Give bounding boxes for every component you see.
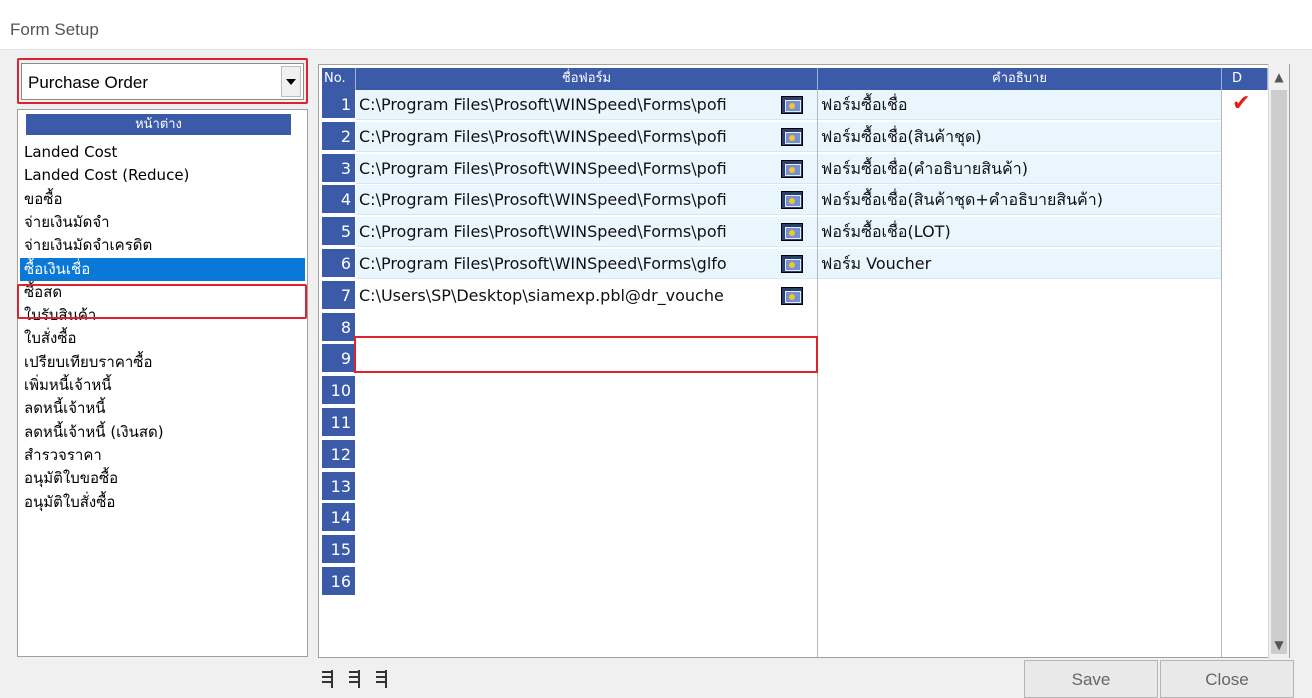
delete-row-icon[interactable]: [372, 664, 398, 692]
window-list-item[interactable]: เพิ่มหนี้เจ้าหนี้: [20, 374, 305, 397]
window-list[interactable]: หน้าต่าง Landed Cost Landed Cost (Reduce)…: [17, 109, 308, 657]
description-cell[interactable]: ฟอร์มซื้อเชื่อ: [818, 90, 1221, 120]
description-cell[interactable]: ฟอร์มซื้อเชื่อ(สินค้าชุด): [818, 121, 1221, 152]
row-number[interactable]: 7: [322, 280, 355, 310]
window-title: Form Setup: [10, 20, 99, 39]
form-name-cell[interactable]: [356, 503, 817, 533]
window-list-item[interactable]: สำรวจราคา: [20, 444, 305, 467]
row-number[interactable]: 1: [322, 90, 355, 119]
insert-row-icon[interactable]: [318, 664, 344, 692]
window-list-item[interactable]: เปรียบเทียบราคาซื้อ: [20, 351, 305, 374]
row-number[interactable]: 11: [322, 408, 355, 437]
row-number[interactable]: 8: [322, 312, 355, 342]
browse-icon[interactable]: [781, 191, 803, 210]
window-list-item[interactable]: ซื้อเงินเชื่อ: [20, 257, 305, 281]
window-list-item[interactable]: Landed Cost (Reduce): [20, 164, 305, 187]
browse-icon[interactable]: [781, 255, 803, 273]
column-header-description[interactable]: คำอธิบาย: [818, 68, 1222, 90]
form-name-cell[interactable]: C:\Program Files\Prosoft\WINSpeed\Forms\…: [356, 249, 817, 279]
browse-icon[interactable]: [781, 159, 803, 178]
browse-icon[interactable]: [781, 96, 803, 114]
row-number[interactable]: 15: [322, 535, 355, 565]
default-check-icon[interactable]: ✔: [1232, 91, 1250, 116]
window-list-header: หน้าต่าง: [26, 114, 291, 135]
description-cell[interactable]: [818, 376, 1221, 406]
combo-highlight: [17, 58, 308, 104]
scroll-down-icon[interactable]: ▼: [1269, 634, 1289, 656]
description-cell[interactable]: [818, 408, 1221, 438]
selected-item-highlight: [17, 284, 307, 319]
form-name-cell[interactable]: C:\Program Files\Prosoft\WINSpeed\Forms\…: [356, 121, 817, 152]
window-list-item[interactable]: อนุมัติใบสั่งซื้อ: [20, 491, 305, 514]
scroll-thumb[interactable]: [1271, 90, 1287, 654]
column-header-d[interactable]: D: [1222, 68, 1268, 90]
description-cell[interactable]: ฟอร์มซื้อเชื่อ(คำอธิบายสินค้า): [818, 153, 1221, 184]
form-name-cell[interactable]: C:\Program Files\Prosoft\WINSpeed\Forms\…: [356, 185, 817, 216]
row-number[interactable]: 12: [322, 439, 355, 469]
window-list-item[interactable]: ใบสั่งซื้อ: [20, 327, 305, 350]
description-cell[interactable]: ฟอร์มซื้อเชื่อ(LOT): [818, 217, 1221, 248]
row-number[interactable]: 3: [322, 153, 355, 183]
window-list-item[interactable]: ลดหนี้เจ้าหนี้: [20, 397, 305, 420]
window-list-item[interactable]: ลดหนี้เจ้าหนี้ (เงินสด): [20, 421, 305, 444]
form-name-cell[interactable]: [356, 472, 817, 502]
form-name-cell[interactable]: [356, 440, 817, 470]
description-cell[interactable]: [818, 535, 1221, 565]
row-number[interactable]: 10: [322, 376, 355, 406]
row-number[interactable]: 2: [322, 121, 355, 151]
close-button[interactable]: Close: [1160, 660, 1294, 698]
browse-icon[interactable]: [781, 286, 803, 305]
description-cell[interactable]: [818, 567, 1221, 597]
column-divider: [1221, 90, 1222, 657]
row-number[interactable]: 9: [322, 344, 355, 374]
window-list-item[interactable]: Landed Cost: [20, 141, 305, 164]
description-cell[interactable]: ฟอร์มซื้อเชื่อ(สินค้าชุด+คำอธิบายสินค้า): [818, 185, 1221, 216]
window-list-item[interactable]: จ่ายเงินมัดจำ: [20, 211, 305, 234]
form-name-cell[interactable]: [356, 376, 817, 406]
description-cell[interactable]: [818, 313, 1221, 343]
title-bar: Form Setup: [0, 0, 1312, 50]
description-cell[interactable]: [818, 281, 1221, 311]
row-number[interactable]: 5: [322, 217, 355, 247]
row-number[interactable]: 14: [322, 503, 355, 533]
form-name-cell[interactable]: [356, 408, 817, 438]
form-name-cell[interactable]: [356, 535, 817, 565]
browse-icon[interactable]: [781, 223, 803, 242]
save-button[interactable]: Save: [1024, 660, 1158, 698]
description-cell[interactable]: ฟอร์ม Voucher: [818, 249, 1221, 279]
row-number[interactable]: 16: [322, 567, 355, 596]
description-cell[interactable]: [818, 503, 1221, 533]
scroll-up-icon[interactable]: ▲: [1269, 66, 1289, 88]
browse-icon[interactable]: [781, 127, 803, 146]
description-cell[interactable]: [818, 344, 1221, 374]
active-cell-highlight: [354, 336, 818, 373]
form-name-cell[interactable]: C:\Program Files\Prosoft\WINSpeed\Forms\…: [356, 90, 817, 120]
vertical-scrollbar[interactable]: ▲ ▼: [1268, 64, 1289, 658]
row-number[interactable]: 6: [322, 249, 355, 278]
form-name-cell[interactable]: C:\Program Files\Prosoft\WINSpeed\Forms\…: [356, 217, 817, 248]
row-number[interactable]: 13: [322, 471, 355, 501]
column-header-form-name[interactable]: ชื่อฟอร์ม: [356, 68, 818, 90]
description-cell[interactable]: [818, 472, 1221, 502]
form-name-cell[interactable]: C:\Program Files\Prosoft\WINSpeed\Forms\…: [356, 153, 817, 184]
column-header-no[interactable]: No.: [322, 68, 356, 90]
form-name-cell[interactable]: [356, 567, 817, 597]
window-list-item[interactable]: จ่ายเงินมัดจำเครดิต: [20, 234, 305, 257]
description-cell[interactable]: [818, 440, 1221, 470]
window-list-item[interactable]: ขอซื้อ: [20, 188, 305, 211]
window-list-item[interactable]: อนุมัติใบขอซื้อ: [20, 467, 305, 490]
row-number[interactable]: 4: [322, 185, 355, 215]
add-row-icon[interactable]: [345, 664, 371, 692]
form-name-cell[interactable]: C:\Users\SP\Desktop\siamexp.pbl@dr_vouch…: [356, 281, 817, 311]
